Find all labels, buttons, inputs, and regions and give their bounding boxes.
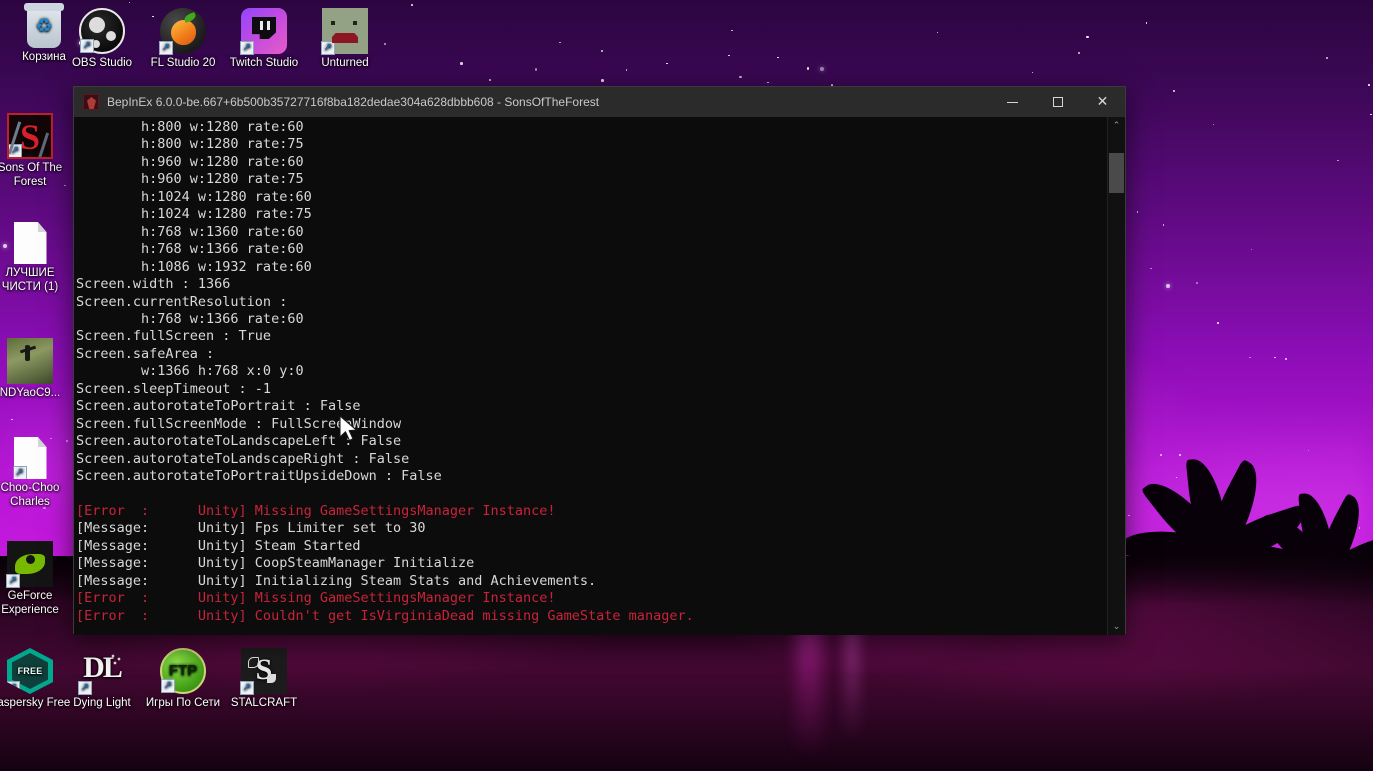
shortcut-arrow-icon (9, 144, 22, 157)
console-line: Screen.sleepTimeout : -1 (76, 380, 272, 397)
desktop-icon-label: OBS Studio (71, 57, 133, 69)
sons-of-the-forest-icon (7, 113, 53, 159)
shortcut-arrow-icon (78, 681, 92, 695)
desktop-icon-choo-choo-charles[interactable]: Choo-Choo Charles (0, 437, 74, 509)
video-thumbnail-icon (7, 338, 53, 384)
scroll-up-button[interactable]: ⌃ (1108, 117, 1125, 134)
console-line: Screen.fullScreen : True (76, 328, 272, 345)
shortcut-arrow-icon (159, 41, 173, 55)
console-line: h:960 w:1280 rate:60 (76, 153, 304, 170)
desktop-icon-label: Игры По Сети (145, 697, 221, 709)
console-line: h:960 w:1280 rate:75 (76, 171, 304, 188)
console-output[interactable]: h:800 w:1280 rate:60 h:800 w:1280 rate:7… (74, 117, 1107, 635)
scrollbar-thumb[interactable] (1109, 153, 1124, 193)
desktop-icon-label: Dying Light (73, 697, 131, 709)
console-line: [Message: Unity] CoopSteamManager Initia… (76, 555, 475, 572)
desktop-icon-fl-studio-20[interactable]: FL Studio 20 (139, 8, 227, 71)
luchshie-chisti-icon (13, 222, 47, 264)
chevron-down-icon: ⌄ (1112, 621, 1121, 631)
desktop-icon-label: Unturned (321, 57, 369, 69)
shortcut-arrow-icon (240, 681, 254, 695)
console-line: Screen.autorotateToLandscapeRight : Fals… (76, 450, 410, 467)
close-icon: ✕ (1096, 94, 1109, 110)
maximize-button[interactable] (1035, 87, 1080, 117)
console-line: Screen.autorotateToPortrait : False (76, 398, 361, 415)
desktop-icon-label: NDYaoC9... (0, 387, 61, 399)
igry-po-seti-icon (160, 648, 206, 694)
console-line: [Message: Unity] Steam Started (76, 537, 361, 554)
desktop-icon-sons-of-the-forest[interactable]: Sons Of The Forest (0, 113, 74, 189)
desktop-icon-label: GeForce Experience (1, 590, 59, 616)
shortcut-arrow-icon (321, 41, 335, 55)
shortcut-arrow-icon (6, 574, 20, 588)
window-titlebar[interactable]: BepInEx 6.0.0-be.667+6b500b35727716f8ba1… (74, 87, 1125, 117)
window-controls: ✕ (990, 87, 1125, 117)
dying-light-icon (78, 648, 125, 695)
scrollbar-track[interactable] (1108, 134, 1125, 618)
desktop-icon-luchshie-chisti[interactable]: ЛУЧШИЕ ЧИСТИ (1) (0, 222, 74, 294)
console-line: [Message: Unity] Fps Limiter set to 30 (76, 520, 426, 537)
desktop-icon-obs-studio[interactable]: OBS Studio (58, 8, 146, 71)
obs-studio-icon (79, 8, 125, 54)
bepinex-console-window[interactable]: BepInEx 6.0.0-be.667+6b500b35727716f8ba1… (73, 86, 1126, 635)
console-line: Screen.fullScreenMode : FullScreenWindow (76, 415, 402, 432)
console-line: [Message: Unity] Initializing Steam Stat… (76, 572, 597, 589)
recycle-bin-icon (24, 3, 64, 48)
desktop-icon-video-thumbnail[interactable]: NDYaoC9... (0, 338, 74, 401)
console-line: Screen.safeArea : (76, 345, 215, 362)
chevron-up-icon: ⌃ (1112, 120, 1121, 130)
console-line: h:768 w:1366 rate:60 (76, 310, 304, 327)
scroll-down-button[interactable]: ⌄ (1108, 618, 1125, 635)
stalcraft-icon (240, 648, 287, 695)
shortcut-arrow-icon (80, 39, 94, 53)
console-line: h:800 w:1280 rate:75 (76, 136, 304, 153)
choo-choo-charles-icon (13, 437, 47, 479)
desktop-icon-label: Twitch Studio (229, 57, 299, 69)
console-line: Screen.currentResolution : (76, 293, 288, 310)
console-line: Screen.width : 1366 (76, 276, 231, 293)
geforce-experience-icon (6, 541, 53, 588)
console-line: [Error : Unity] Missing GameSettingsMana… (76, 502, 556, 519)
desktop-icon-label: FL Studio 20 (150, 57, 216, 69)
fl-studio-20-icon (159, 8, 206, 55)
desktop-icon-twitch-studio[interactable]: Twitch Studio (220, 8, 308, 71)
console-vertical-scrollbar[interactable]: ⌃ ⌄ (1107, 117, 1125, 635)
window-title: BepInEx 6.0.0-be.667+6b500b35727716f8ba1… (107, 95, 600, 109)
console-line: h:768 w:1366 rate:60 (76, 241, 304, 258)
console-line: h:1024 w:1280 rate:60 (76, 188, 312, 205)
desktop-icon-dying-light[interactable]: Dying Light (58, 648, 146, 711)
close-button[interactable]: ✕ (1080, 87, 1125, 117)
console-line: Screen.autorotateToLandscapeLeft : False (76, 433, 402, 450)
desktop-icon-label: Sons Of The Forest (0, 162, 63, 188)
desktop-icon-label: STALCRAFT (230, 697, 298, 709)
shortcut-arrow-icon (7, 681, 20, 694)
shortcut-arrow-icon (13, 466, 27, 479)
kaspersky-free-icon (7, 648, 53, 694)
console-line: h:1086 w:1932 rate:60 (76, 258, 312, 275)
console-line: w:1366 h:768 x:0 y:0 (76, 363, 304, 380)
desktop-icon-label: Choo-Choo Charles (0, 482, 60, 508)
desktop-icon-unturned[interactable]: Unturned (301, 8, 389, 71)
desktop-icon-igry-po-seti[interactable]: Игры По Сети (139, 648, 227, 711)
unturned-icon (321, 8, 368, 55)
console-line: [Error : Unity] Couldn't get IsVirginiaD… (76, 607, 694, 624)
minimize-button[interactable] (990, 87, 1035, 117)
desktop-icon-geforce-experience[interactable]: GeForce Experience (0, 541, 74, 617)
console-body: h:800 w:1280 rate:60 h:800 w:1280 rate:7… (74, 117, 1125, 635)
shortcut-arrow-icon (240, 41, 254, 55)
desktop-icon-stalcraft[interactable]: STALCRAFT (220, 648, 308, 711)
twitch-studio-icon (240, 8, 287, 55)
console-line: Screen.autorotateToPortraitUpsideDown : … (76, 468, 442, 485)
desktop-icon-label: ЛУЧШИЕ ЧИСТИ (1) (1, 267, 59, 293)
bepinex-icon (83, 94, 99, 110)
console-line: h:1024 w:1280 rate:75 (76, 206, 312, 223)
console-line: h:800 w:1280 rate:60 (76, 119, 304, 135)
shortcut-arrow-icon (161, 679, 175, 693)
console-line: h:768 w:1360 rate:60 (76, 223, 304, 240)
console-line: [Error : Unity] Missing GameSettingsMana… (76, 590, 556, 607)
